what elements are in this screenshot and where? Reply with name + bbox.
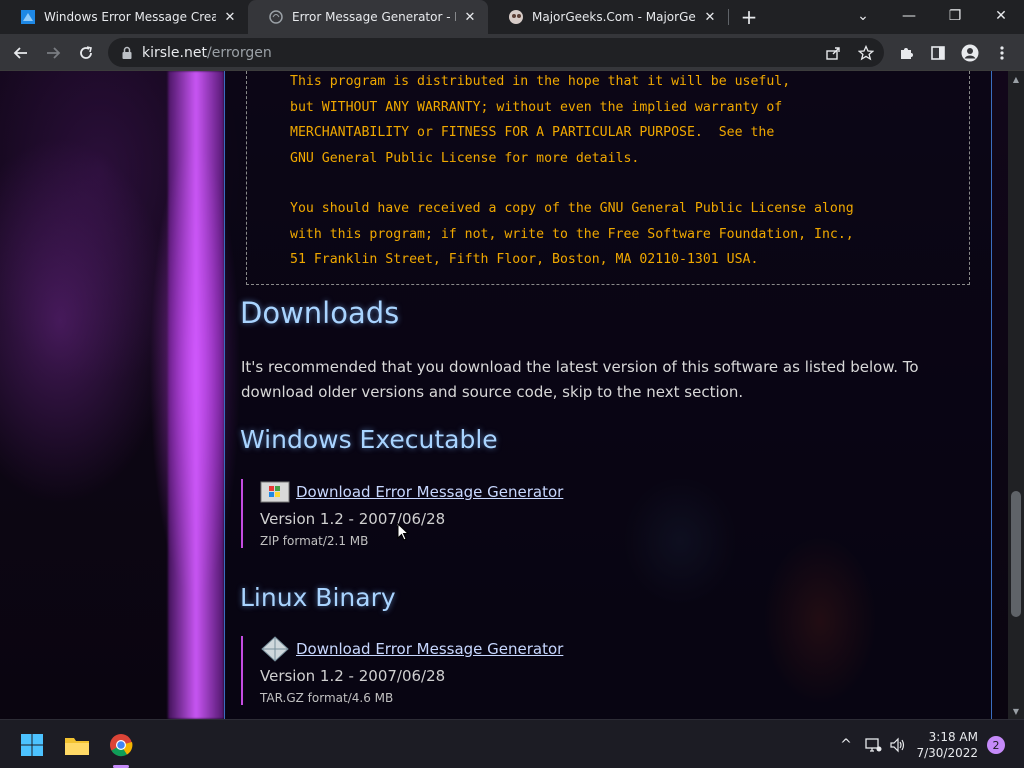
volume-icon[interactable] xyxy=(888,735,908,755)
share-button[interactable] xyxy=(820,40,846,66)
puzzle-icon xyxy=(901,48,913,59)
back-arrow-icon xyxy=(13,47,27,59)
tab-title: MajorGeeks.Com - MajorGeeks xyxy=(532,10,696,24)
linux-binary-heading: Linux Binary xyxy=(240,583,396,612)
chrome-icon xyxy=(110,734,133,757)
url-text: kirsle.net/errorgen xyxy=(142,45,272,61)
network-icon[interactable] xyxy=(863,735,883,755)
linux-download-link[interactable]: Download Error Message Generator xyxy=(296,640,563,658)
windows-error-favicon-icon xyxy=(20,9,36,25)
tab-title: Error Message Generator - Kirsle xyxy=(292,10,456,24)
scrollbar-thumb[interactable] xyxy=(1011,491,1021,617)
page-scrollbar[interactable]: ▲ ▼ xyxy=(1008,71,1024,719)
tab-search-chevron-icon[interactable]: ⌄ xyxy=(840,0,886,32)
url-path: /errorgen xyxy=(206,44,272,61)
downloads-heading: Downloads xyxy=(240,296,400,330)
license-line: with this program; if not, write to the … xyxy=(290,226,854,242)
license-line: MERCHANTABILITY or FITNESS FOR A PARTICU… xyxy=(290,125,775,140)
close-window-button[interactable]: ✕ xyxy=(978,0,1024,32)
forward-button[interactable] xyxy=(40,40,66,66)
windows-download-link[interactable]: Download Error Message Generator xyxy=(296,483,563,501)
linux-download-row: Download Error Message Generator xyxy=(260,636,563,662)
address-bar[interactable]: kirsle.net/errorgen xyxy=(108,38,884,67)
license-line: GNU General Public License for more deta… xyxy=(290,150,640,166)
license-line: This program is distributed in the hope … xyxy=(290,74,791,89)
linux-download-block: Download Error Message Generator Version… xyxy=(241,636,563,705)
license-paragraph-2: You should have received a copy of the G… xyxy=(290,196,854,273)
windows-taskbar: ^ 3:18 AM 7/30/2022 2 xyxy=(0,719,1024,768)
lock-icon xyxy=(120,46,134,60)
license-line: but WITHOUT ANY WARRANTY; without even t… xyxy=(290,99,783,115)
windows-start-icon xyxy=(21,734,43,756)
start-button[interactable] xyxy=(15,728,49,762)
minimize-button[interactable]: — xyxy=(886,0,932,32)
side-panel-icon xyxy=(931,46,945,60)
back-button[interactable] xyxy=(8,40,34,66)
bookmark-button[interactable] xyxy=(853,40,879,66)
scroll-up-arrow-icon[interactable]: ▲ xyxy=(1012,75,1020,84)
chrome-taskbar-button[interactable] xyxy=(104,728,138,762)
restore-button[interactable]: ❐ xyxy=(932,0,978,32)
mouse-cursor-icon xyxy=(397,522,410,545)
reload-button[interactable] xyxy=(73,40,99,66)
menu-button[interactable] xyxy=(989,40,1015,66)
downloads-intro: It's recommended that you download the l… xyxy=(241,358,919,401)
close-tab-icon[interactable]: ✕ xyxy=(222,9,238,25)
forward-arrow-icon xyxy=(47,47,61,59)
license-line: You should have received a copy of the G… xyxy=(290,201,854,216)
folder-icon xyxy=(65,738,89,755)
nebula-background-decoration xyxy=(168,71,224,719)
linux-version: Version 1.2 - 2007/06/28 xyxy=(260,667,446,685)
clock-time: 3:18 AM xyxy=(928,730,978,744)
tab-title: Windows Error Message Creator xyxy=(44,10,216,24)
extensions-button[interactable] xyxy=(893,40,919,66)
kirsle-favicon-icon xyxy=(268,9,284,25)
tab-windows-error-message-creator[interactable]: Windows Error Message Creator ✕ xyxy=(0,0,248,34)
new-tab-button[interactable]: + xyxy=(738,5,760,29)
file-explorer-button[interactable] xyxy=(60,728,94,762)
tab-separator xyxy=(728,9,729,25)
tab-error-message-generator[interactable]: Error Message Generator - Kirsle ✕ xyxy=(248,0,488,34)
tab-majorgeeks[interactable]: MajorGeeks.Com - MajorGeeks ✕ xyxy=(488,0,728,34)
clock-date: 7/30/2022 xyxy=(916,746,978,760)
url-host: kirsle.net xyxy=(142,44,207,61)
star-icon xyxy=(858,45,874,61)
license-line: 51 Franklin Street, Fifth Floor, Boston,… xyxy=(290,252,759,267)
close-tab-icon[interactable]: ✕ xyxy=(462,9,478,25)
reload-icon xyxy=(80,46,92,59)
majorgeeks-favicon-icon xyxy=(508,9,524,25)
more-vertical-icon xyxy=(1000,46,1004,60)
system-clock[interactable]: 3:18 AM 7/30/2022 xyxy=(916,729,978,761)
tray-overflow-chevron-icon[interactable]: ^ xyxy=(836,735,856,755)
profile-button[interactable] xyxy=(957,40,983,66)
windows-version: Version 1.2 - 2007/06/28 xyxy=(260,510,446,528)
page-viewport[interactable]: This program is distributed in the hope … xyxy=(0,71,1008,719)
windows-download-row: Download Error Message Generator xyxy=(260,479,563,505)
scroll-down-arrow-icon[interactable]: ▼ xyxy=(1012,707,1020,716)
linux-format: TAR.GZ format/4.6 MB xyxy=(260,691,394,705)
tab-strip: Windows Error Message Creator ✕ Error Me… xyxy=(0,0,1024,34)
windows-executable-heading: Windows Executable xyxy=(240,425,498,454)
share-icon xyxy=(826,47,840,60)
license-paragraph-1: This program is distributed in the hope … xyxy=(290,71,790,171)
package-icon xyxy=(260,636,290,662)
notification-badge[interactable]: 2 xyxy=(987,736,1005,754)
close-tab-icon[interactable]: ✕ xyxy=(702,9,718,25)
windows-format: ZIP format/2.1 MB xyxy=(260,534,369,548)
side-panel-button[interactable] xyxy=(925,40,951,66)
windows-logo-icon xyxy=(260,480,290,504)
browser-toolbar: kirsle.net/errorgen xyxy=(0,34,1024,71)
profile-avatar-icon xyxy=(961,44,979,62)
